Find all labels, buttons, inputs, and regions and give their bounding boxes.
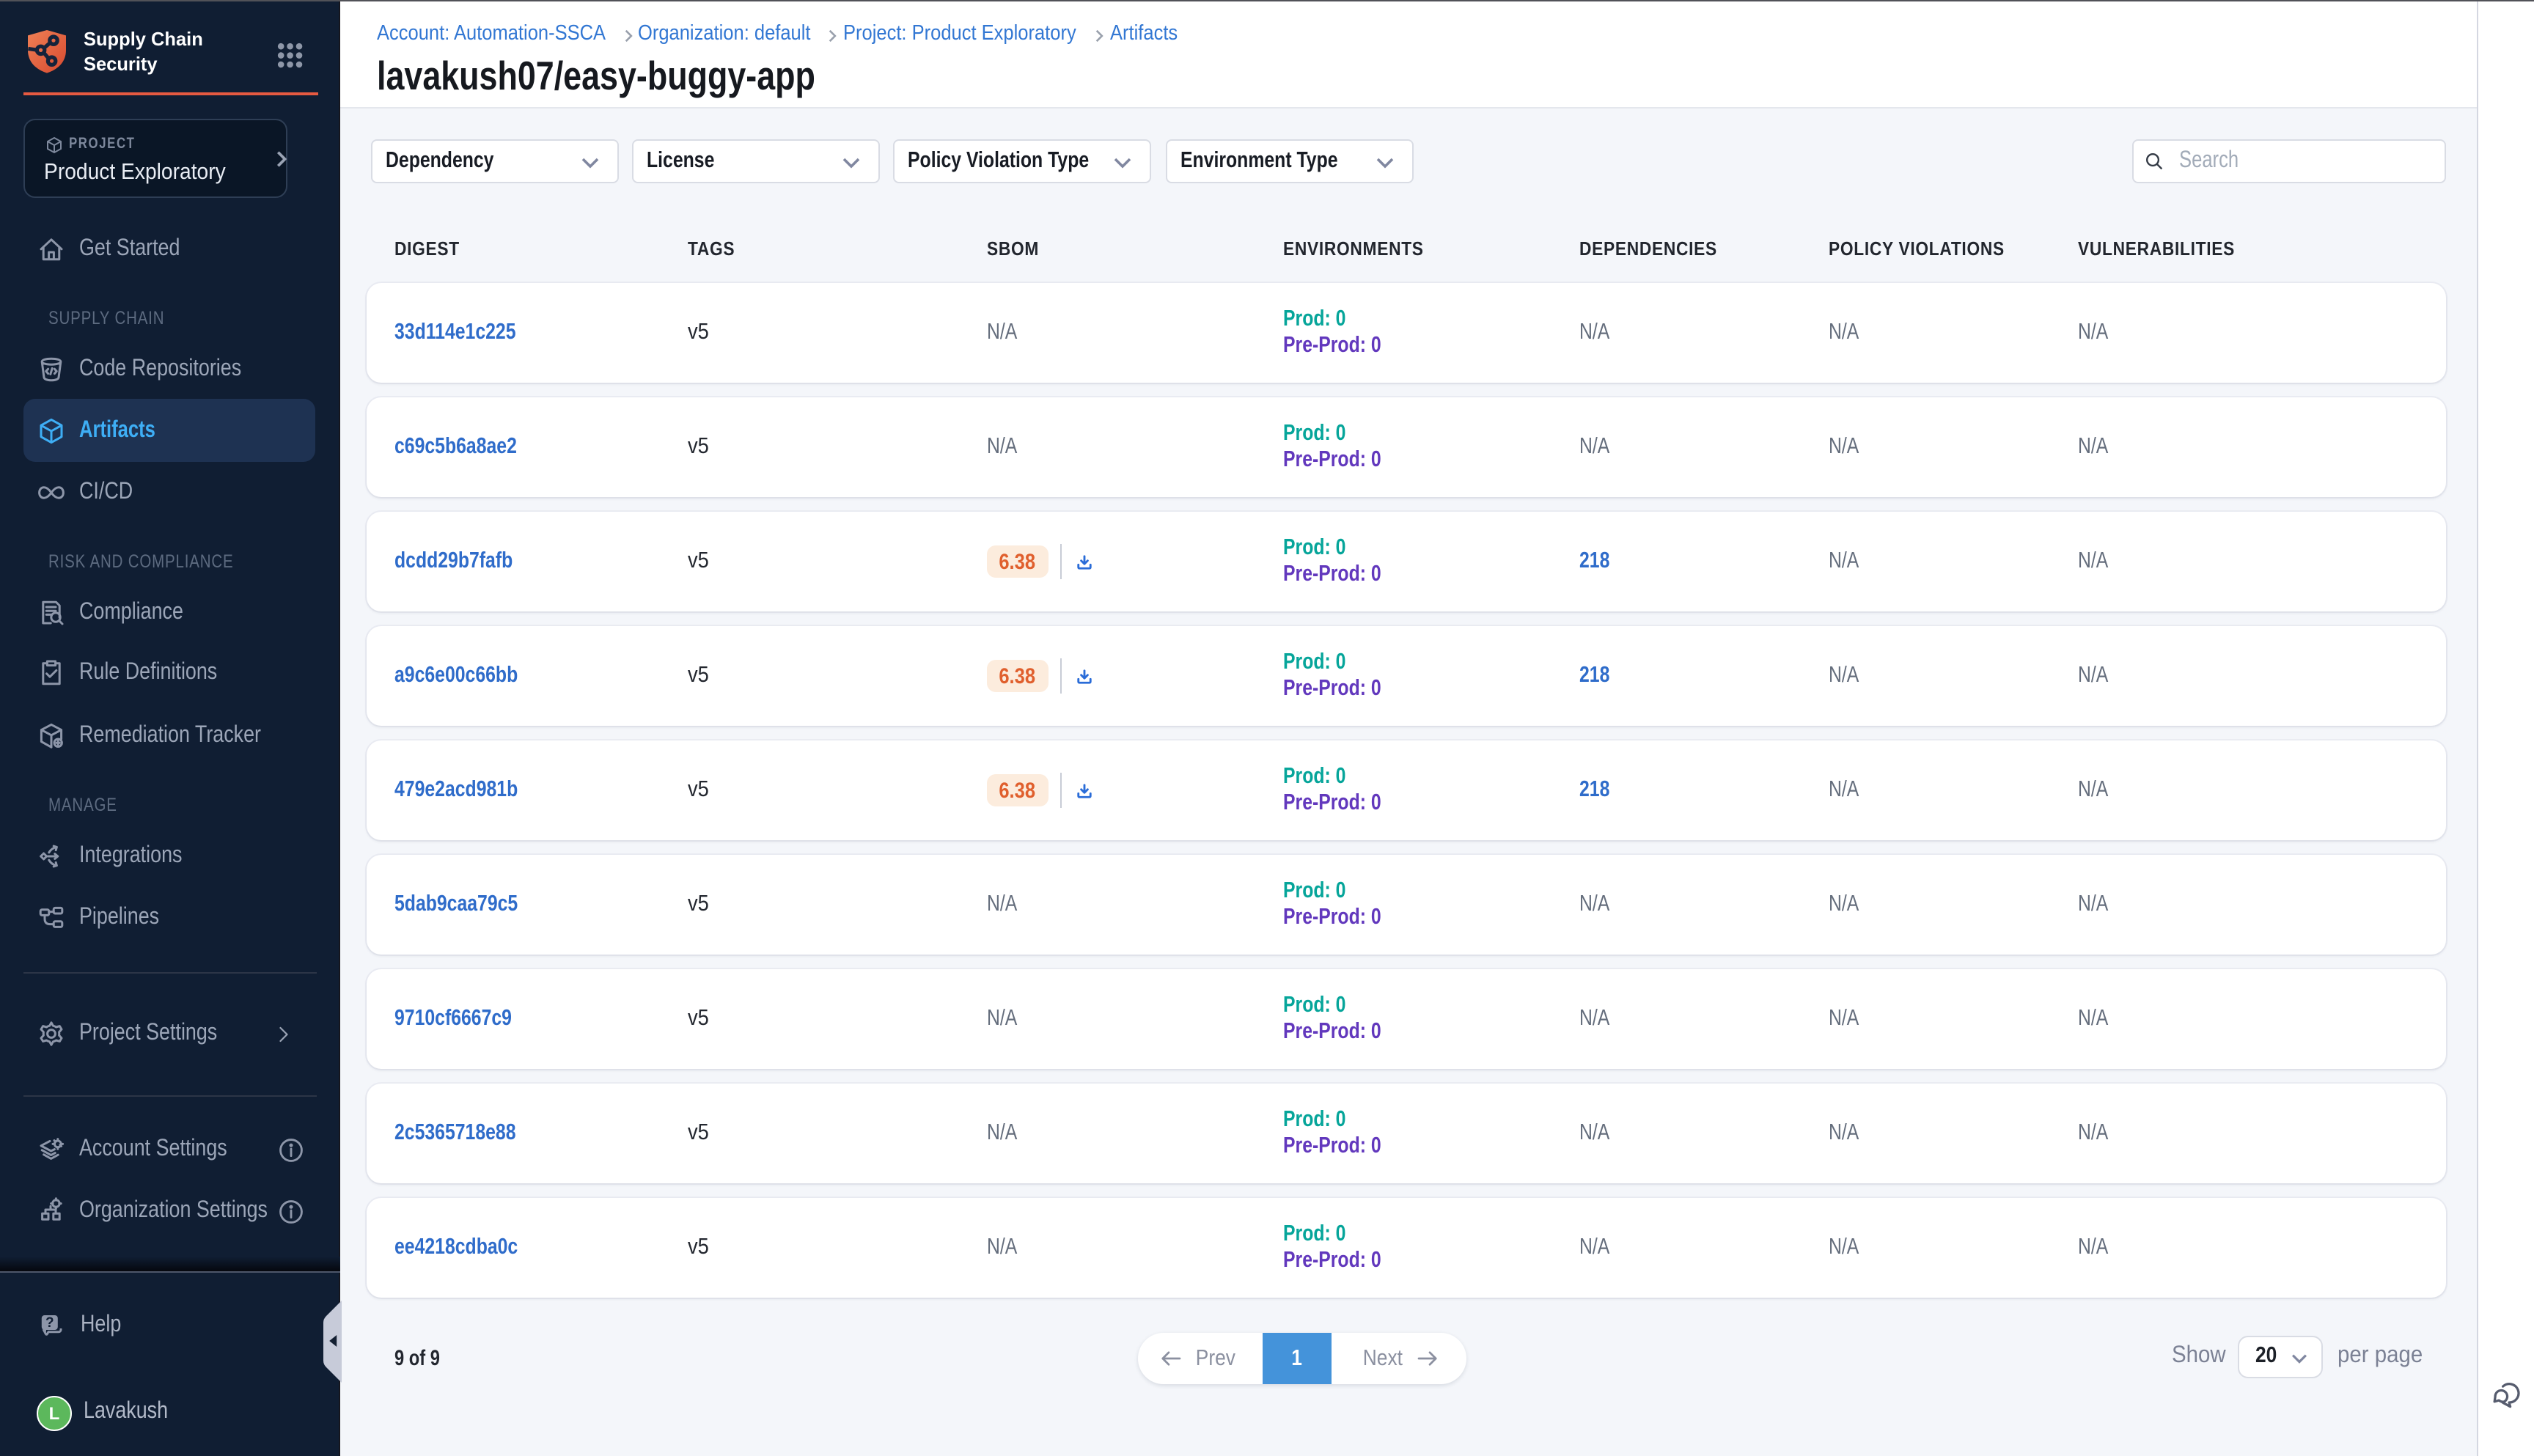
svg-text:?: ? — [45, 1315, 54, 1330]
